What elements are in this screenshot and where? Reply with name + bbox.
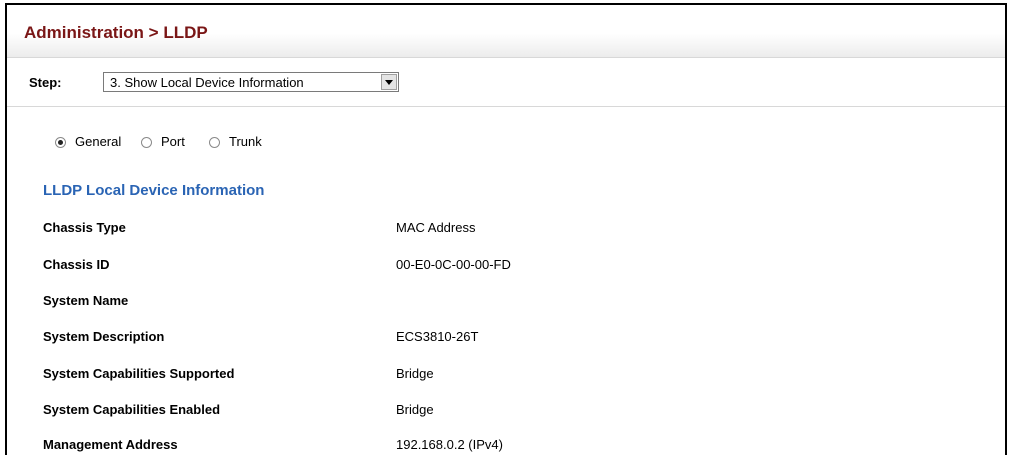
page-frame: Administration > LLDP Step: 3. Show Loca… <box>5 3 1007 455</box>
info-label: System Capabilities Supported <box>43 366 235 381</box>
chevron-down-icon[interactable] <box>381 74 397 90</box>
info-row-management-address: Management Address 192.168.0.2 (IPv4) <box>7 437 1005 455</box>
info-value: Bridge <box>396 402 434 417</box>
info-value: Bridge <box>396 366 434 381</box>
radio-trunk-button[interactable] <box>209 137 220 148</box>
step-select-value: 3. Show Local Device Information <box>110 75 304 90</box>
info-row-system-name: System Name <box>7 293 1005 313</box>
step-select[interactable]: 3. Show Local Device Information <box>103 72 399 92</box>
info-value: ECS3810-26T <box>396 329 479 344</box>
section-title: LLDP Local Device Information <box>43 182 265 199</box>
info-label: System Name <box>43 293 129 308</box>
info-value: 00-E0-0C-00-00-FD <box>396 257 511 272</box>
info-row-chassis-type: Chassis Type MAC Address <box>7 220 1005 240</box>
info-label: Management Address <box>43 437 178 452</box>
info-label: Chassis Type <box>43 220 126 235</box>
radio-port-label: Port <box>161 134 185 149</box>
info-row-capabilities-enabled: System Capabilities Enabled Bridge <box>7 402 1005 422</box>
radio-general-button[interactable] <box>55 137 66 148</box>
info-row-system-description: System Description ECS3810-26T <box>7 329 1005 349</box>
step-row: Step: 3. Show Local Device Information <box>7 58 1005 107</box>
title-bar: Administration > LLDP <box>7 5 1005 58</box>
info-label: System Description <box>43 329 165 344</box>
page-title: Administration > LLDP <box>24 23 208 42</box>
info-row-capabilities-supported: System Capabilities Supported Bridge <box>7 366 1005 386</box>
radio-general-label: General <box>75 134 122 149</box>
info-row-chassis-id: Chassis ID 00-E0-0C-00-00-FD <box>7 257 1005 277</box>
info-value: 192.168.0.2 (IPv4) <box>396 437 503 452</box>
radio-port-button[interactable] <box>141 137 152 148</box>
info-label: Chassis ID <box>43 257 110 272</box>
radio-trunk-label: Trunk <box>229 134 262 149</box>
step-label: Step: <box>29 75 62 90</box>
info-value: MAC Address <box>396 220 476 235</box>
info-label: System Capabilities Enabled <box>43 402 221 417</box>
